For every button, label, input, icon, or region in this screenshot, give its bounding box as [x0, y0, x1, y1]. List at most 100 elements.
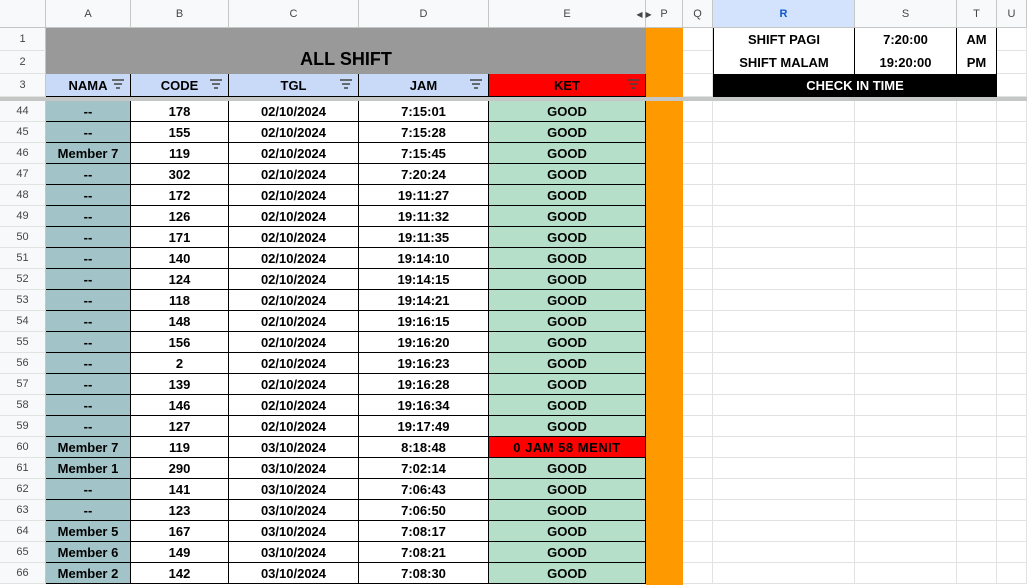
empty-cell[interactable] — [683, 332, 713, 353]
empty-cell[interactable] — [855, 164, 957, 185]
code-cell[interactable]: 2 — [131, 353, 229, 374]
empty-cell[interactable] — [957, 332, 997, 353]
row-header[interactable]: 56 — [0, 353, 46, 374]
date-cell[interactable]: 03/10/2024 — [229, 458, 359, 479]
date-cell[interactable]: 03/10/2024 — [229, 479, 359, 500]
code-cell[interactable]: 123 — [131, 500, 229, 521]
empty-cell[interactable] — [855, 416, 957, 437]
code-cell[interactable]: 155 — [131, 122, 229, 143]
empty-cell[interactable] — [855, 185, 957, 206]
time-cell[interactable]: 7:08:17 — [359, 521, 489, 542]
time-cell[interactable]: 7:02:14 — [359, 458, 489, 479]
empty-cell[interactable] — [683, 74, 713, 97]
empty-cell[interactable] — [957, 563, 997, 584]
status-cell[interactable]: GOOD — [489, 164, 646, 185]
empty-cell[interactable] — [855, 479, 957, 500]
code-cell[interactable]: 149 — [131, 542, 229, 563]
status-cell[interactable]: GOOD — [489, 479, 646, 500]
empty-cell[interactable] — [957, 101, 997, 122]
empty-cell[interactable] — [683, 269, 713, 290]
empty-cell[interactable] — [855, 206, 957, 227]
empty-cell[interactable] — [997, 437, 1027, 458]
column-header-d[interactable]: D — [359, 0, 489, 28]
time-cell[interactable]: 7:08:21 — [359, 542, 489, 563]
filter-icon[interactable] — [470, 79, 482, 89]
empty-cell[interactable] — [957, 500, 997, 521]
filter-icon[interactable] — [112, 79, 124, 89]
status-cell[interactable]: GOOD — [489, 227, 646, 248]
name-cell[interactable]: Member 7 — [46, 437, 131, 458]
time-cell[interactable]: 19:16:34 — [359, 395, 489, 416]
date-cell[interactable]: 02/10/2024 — [229, 290, 359, 311]
empty-cell[interactable] — [683, 353, 713, 374]
empty-cell[interactable] — [997, 74, 1027, 97]
column-header-a[interactable]: A — [46, 0, 131, 28]
date-cell[interactable]: 02/10/2024 — [229, 101, 359, 122]
empty-cell[interactable] — [957, 311, 997, 332]
empty-cell[interactable] — [957, 395, 997, 416]
filter-icon[interactable] — [627, 79, 639, 89]
empty-cell[interactable] — [683, 51, 713, 74]
empty-cell[interactable] — [683, 101, 713, 122]
empty-cell[interactable] — [713, 185, 855, 206]
row-header[interactable]: 51 — [0, 248, 46, 269]
code-cell[interactable]: 290 — [131, 458, 229, 479]
code-cell[interactable]: 119 — [131, 437, 229, 458]
code-cell[interactable]: 119 — [131, 143, 229, 164]
empty-cell[interactable] — [713, 164, 855, 185]
code-cell[interactable]: 126 — [131, 206, 229, 227]
status-cell[interactable]: GOOD — [489, 332, 646, 353]
empty-cell[interactable] — [713, 122, 855, 143]
empty-cell[interactable] — [957, 416, 997, 437]
shift-malam-time[interactable]: 19:20:00 — [855, 51, 957, 74]
date-cell[interactable]: 02/10/2024 — [229, 269, 359, 290]
status-cell[interactable]: GOOD — [489, 353, 646, 374]
empty-cell[interactable] — [855, 542, 957, 563]
empty-cell[interactable] — [997, 28, 1027, 51]
empty-cell[interactable] — [683, 143, 713, 164]
row-header[interactable]: 49 — [0, 206, 46, 227]
empty-cell[interactable] — [683, 311, 713, 332]
name-cell[interactable]: -- — [46, 164, 131, 185]
status-cell[interactable]: GOOD — [489, 122, 646, 143]
column-header-c[interactable]: C — [229, 0, 359, 28]
status-cell[interactable]: GOOD — [489, 269, 646, 290]
name-cell[interactable]: -- — [46, 227, 131, 248]
empty-cell[interactable] — [683, 458, 713, 479]
code-cell[interactable]: 172 — [131, 185, 229, 206]
row-header[interactable]: 58 — [0, 395, 46, 416]
empty-cell[interactable] — [713, 227, 855, 248]
time-cell[interactable]: 8:18:48 — [359, 437, 489, 458]
row-header[interactable]: 57 — [0, 374, 46, 395]
empty-cell[interactable] — [997, 395, 1027, 416]
date-cell[interactable]: 02/10/2024 — [229, 227, 359, 248]
empty-cell[interactable] — [957, 458, 997, 479]
empty-cell[interactable] — [713, 206, 855, 227]
status-cell[interactable]: GOOD — [489, 311, 646, 332]
time-cell[interactable]: 19:14:21 — [359, 290, 489, 311]
date-cell[interactable]: 02/10/2024 — [229, 143, 359, 164]
empty-cell[interactable] — [957, 185, 997, 206]
empty-cell[interactable] — [957, 143, 997, 164]
date-cell[interactable]: 02/10/2024 — [229, 248, 359, 269]
name-cell[interactable]: -- — [46, 269, 131, 290]
empty-cell[interactable] — [713, 563, 855, 584]
empty-cell[interactable] — [957, 521, 997, 542]
status-cell[interactable]: GOOD — [489, 395, 646, 416]
date-cell[interactable]: 02/10/2024 — [229, 353, 359, 374]
status-cell[interactable]: GOOD — [489, 143, 646, 164]
empty-cell[interactable] — [855, 290, 957, 311]
empty-cell[interactable] — [683, 437, 713, 458]
date-cell[interactable]: 02/10/2024 — [229, 122, 359, 143]
empty-cell[interactable] — [855, 101, 957, 122]
empty-cell[interactable] — [855, 563, 957, 584]
name-cell[interactable]: -- — [46, 206, 131, 227]
empty-cell[interactable] — [683, 185, 713, 206]
time-cell[interactable]: 7:08:30 — [359, 563, 489, 584]
date-cell[interactable]: 03/10/2024 — [229, 521, 359, 542]
row-header[interactable]: 1 — [0, 28, 46, 51]
empty-cell[interactable] — [683, 395, 713, 416]
name-cell[interactable]: -- — [46, 311, 131, 332]
code-cell[interactable]: 141 — [131, 479, 229, 500]
date-cell[interactable]: 02/10/2024 — [229, 395, 359, 416]
